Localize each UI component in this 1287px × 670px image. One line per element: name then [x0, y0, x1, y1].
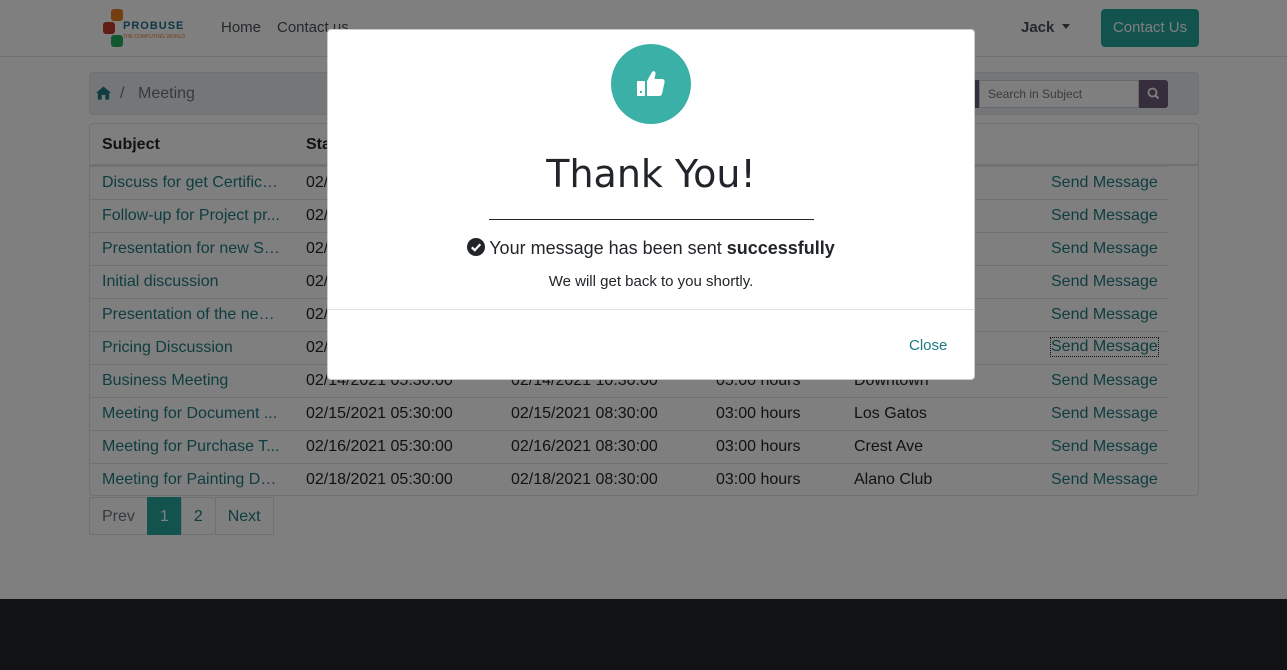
modal-title: Thank You! [546, 152, 756, 196]
thank-you-modal: Thank You! Your message has been sent su… [327, 29, 975, 380]
modal-message-bold: successfully [726, 238, 835, 258]
modal-message: Your message has been sent successfully [328, 238, 974, 259]
thumbs-up-icon [611, 44, 691, 124]
modal-footer-divider [328, 309, 974, 310]
modal-divider [489, 219, 814, 220]
modal-message-text: Your message has been sent [489, 238, 722, 258]
close-button[interactable]: Close [909, 337, 947, 354]
modal-subtext: We will get back to you shortly. [548, 273, 754, 290]
check-circle-icon [467, 238, 486, 256]
